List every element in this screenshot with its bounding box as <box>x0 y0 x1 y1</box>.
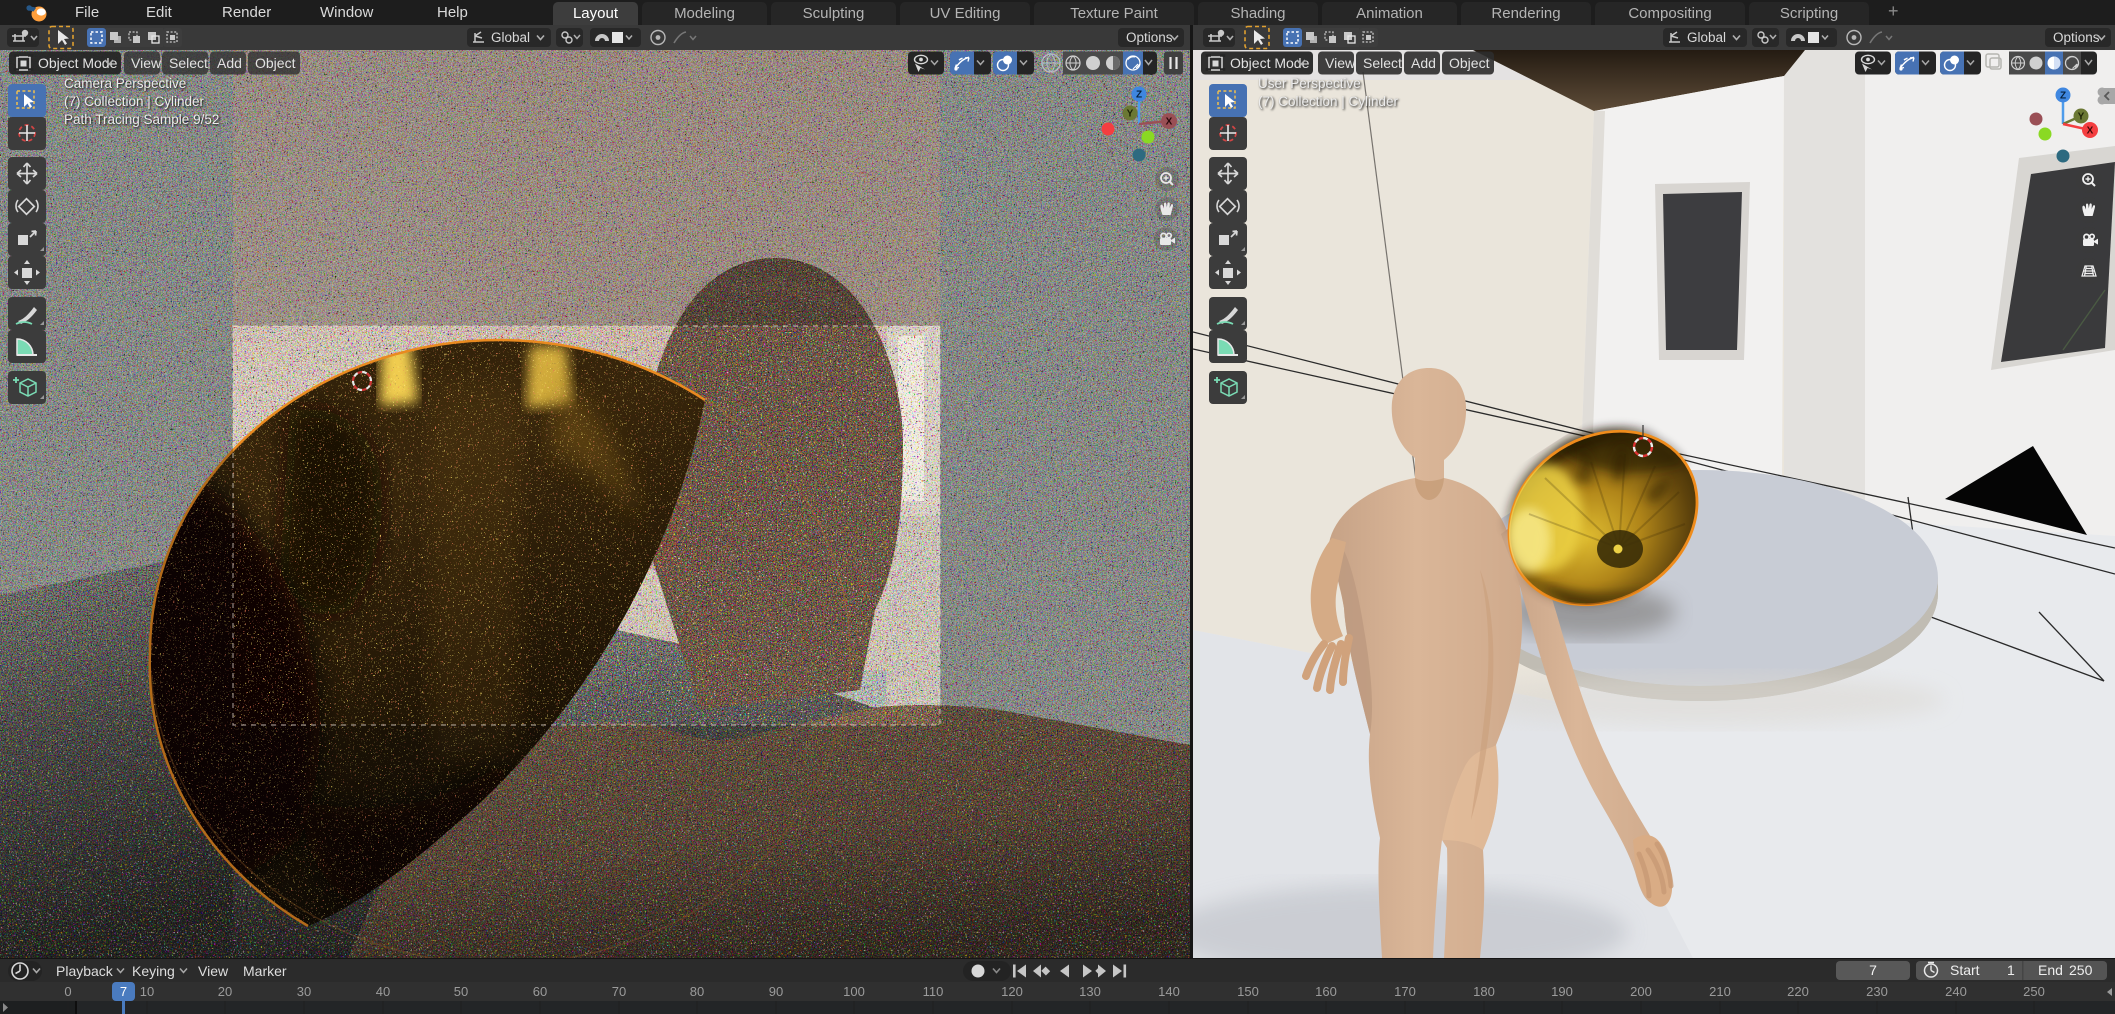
svg-text:190: 190 <box>1551 984 1573 999</box>
svg-text:50: 50 <box>454 984 468 999</box>
svg-text:10: 10 <box>140 984 154 999</box>
svg-text:End: End <box>2038 962 2063 978</box>
svg-text:0: 0 <box>64 984 71 999</box>
svg-text:90: 90 <box>769 984 783 999</box>
svg-text:250: 250 <box>2069 962 2093 978</box>
svg-text:30: 30 <box>297 984 311 999</box>
svg-text:40: 40 <box>376 984 390 999</box>
svg-text:20: 20 <box>218 984 232 999</box>
svg-text:60: 60 <box>533 984 547 999</box>
svg-text:210: 210 <box>1709 984 1731 999</box>
svg-text:70: 70 <box>612 984 626 999</box>
svg-text:View: View <box>198 963 229 979</box>
svg-text:7: 7 <box>120 984 127 999</box>
svg-text:120: 120 <box>1001 984 1023 999</box>
svg-text:200: 200 <box>1630 984 1652 999</box>
svg-text:220: 220 <box>1787 984 1809 999</box>
svg-text:80: 80 <box>690 984 704 999</box>
svg-text:110: 110 <box>923 984 944 999</box>
svg-text:7: 7 <box>1869 962 1877 978</box>
svg-text:100: 100 <box>843 984 865 999</box>
svg-text:1: 1 <box>2007 962 2015 978</box>
svg-text:130: 130 <box>1079 984 1101 999</box>
svg-text:170: 170 <box>1394 984 1416 999</box>
svg-text:Playback: Playback <box>56 963 114 979</box>
svg-text:230: 230 <box>1866 984 1888 999</box>
svg-text:180: 180 <box>1473 984 1495 999</box>
svg-text:Keying: Keying <box>132 963 175 979</box>
svg-text:150: 150 <box>1237 984 1259 999</box>
svg-text:240: 240 <box>1945 984 1967 999</box>
svg-text:250: 250 <box>2023 984 2045 999</box>
svg-text:140: 140 <box>1158 984 1180 999</box>
svg-text:160: 160 <box>1315 984 1337 999</box>
svg-text:Start: Start <box>1950 962 1980 978</box>
svg-text:Marker: Marker <box>243 963 287 979</box>
